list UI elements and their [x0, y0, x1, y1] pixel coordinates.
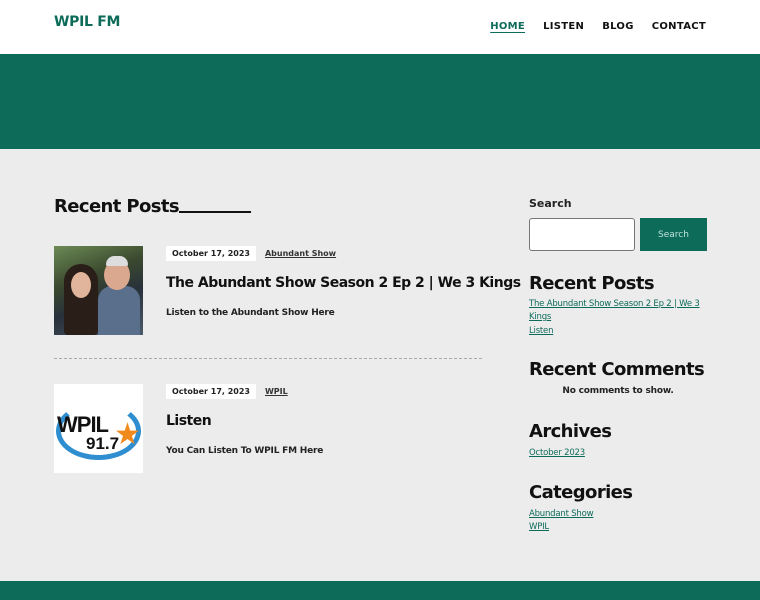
- post-date[interactable]: October 17, 2023: [166, 246, 256, 261]
- heading-rule: [179, 211, 251, 213]
- person-face: [71, 272, 91, 298]
- recent-post-link[interactable]: Listen: [529, 325, 709, 338]
- category-link[interactable]: Abundant Show: [529, 508, 709, 521]
- post-thumbnail[interactable]: [54, 246, 143, 335]
- search-button[interactable]: Search: [640, 218, 707, 251]
- widget-title-recent-posts: Recent Posts: [529, 273, 655, 294]
- person-silhouette: [98, 286, 140, 335]
- post-item: WPIL 91.7 ★ October 17, 2023 WPIL Listen…: [54, 384, 484, 474]
- archive-link[interactable]: October 2023: [529, 447, 709, 460]
- nav-listen[interactable]: LISTEN: [543, 21, 584, 32]
- post-excerpt: You Can Listen To WPIL FM Here: [166, 446, 324, 456]
- post-excerpt: Listen to the Abundant Show Here: [166, 308, 335, 318]
- post-thumbnail[interactable]: WPIL 91.7 ★: [54, 384, 143, 473]
- main-nav: HOME LISTEN BLOG CONTACT: [490, 21, 706, 32]
- nav-blog[interactable]: BLOG: [602, 21, 634, 32]
- widget-title-categories: Categories: [529, 482, 633, 503]
- search-input[interactable]: [529, 218, 635, 251]
- site-header: WPIL FM HOME LISTEN BLOG CONTACT: [0, 0, 760, 54]
- search-label: Search: [529, 197, 572, 210]
- post-date[interactable]: October 17, 2023: [166, 384, 256, 399]
- hero-banner: [0, 54, 760, 149]
- star-icon: ★: [114, 417, 141, 452]
- nav-contact[interactable]: CONTACT: [652, 21, 706, 32]
- post-meta: October 17, 2023 Abundant Show: [166, 246, 336, 261]
- site-logo[interactable]: WPIL FM: [54, 14, 120, 30]
- widget-title-archives: Archives: [529, 421, 612, 442]
- post-meta: October 17, 2023 WPIL: [166, 384, 288, 399]
- site-footer: [0, 581, 760, 600]
- post-item: October 17, 2023 Abundant Show The Abund…: [54, 246, 521, 336]
- post-title[interactable]: The Abundant Show Season 2 Ep 2 | We 3 K…: [166, 275, 521, 291]
- post-category[interactable]: WPIL: [265, 387, 288, 396]
- nav-home[interactable]: HOME: [490, 21, 525, 32]
- no-comments-text: No comments to show.: [562, 386, 674, 396]
- post-title[interactable]: Listen: [166, 413, 212, 429]
- widget-title-recent-comments: Recent Comments: [529, 359, 705, 380]
- person-hair: [106, 256, 128, 266]
- recent-posts-heading: Recent Posts: [54, 196, 180, 217]
- recent-post-link[interactable]: The Abundant Show Season 2 Ep 2 | We 3 K…: [529, 298, 709, 324]
- post-category[interactable]: Abundant Show: [265, 249, 336, 258]
- post-divider: [54, 358, 482, 359]
- category-link[interactable]: WPIL: [529, 521, 709, 534]
